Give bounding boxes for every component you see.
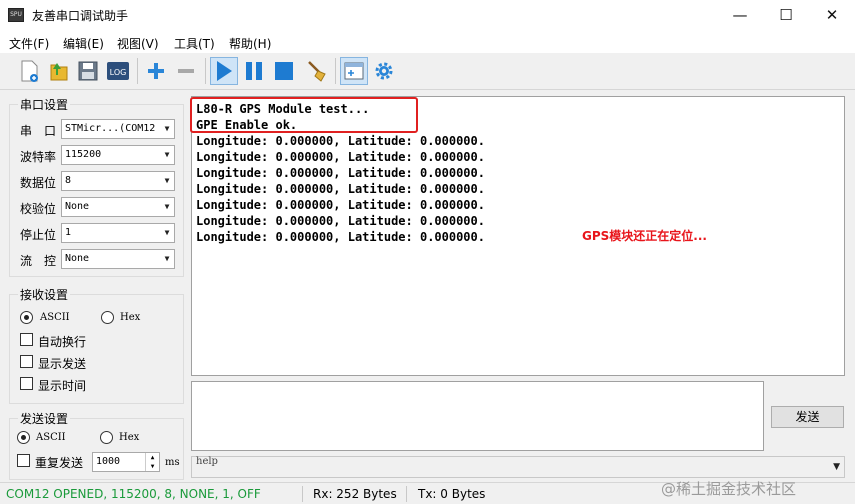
send-button[interactable]: 发送 [771, 406, 844, 428]
flow-select[interactable]: None ▼ [61, 249, 175, 269]
receive-settings-title: 接收设置 [18, 286, 71, 303]
chevron-down-icon: ▼ [160, 224, 174, 242]
stepper-down-icon[interactable]: ▼ [145, 462, 159, 471]
stopbits-label: 停止位 [20, 228, 57, 242]
maximize-button[interactable]: ☐ [763, 0, 809, 31]
receive-textarea[interactable]: L80-R GPS Module test... GPE Enable ok. … [191, 96, 845, 376]
repeat-send-label: 重复发送 [35, 456, 84, 470]
annotation-text: GPS模块还正在定位... [582, 229, 707, 243]
watermark: @稀土掘金技术社区 [661, 480, 797, 498]
receive-settings-group: 接收设置 [9, 286, 184, 404]
menu-bar: 文件(F) 编辑(E) 视图(V) 工具(T) 帮助(H) [0, 31, 855, 53]
show-time-label: 显示时间 [38, 379, 87, 393]
svg-text:LOG: LOG [110, 68, 127, 77]
send-textarea[interactable] [191, 381, 764, 451]
title-bar: SPU 友善串口调试助手 — ☐ ✕ [0, 0, 855, 31]
window-title: 友善串口调试助手 [32, 9, 129, 23]
menu-view[interactable]: 视图(V) [117, 35, 159, 52]
chevron-down-icon: ▼ [160, 120, 174, 138]
rx-ascii-radio[interactable] [20, 311, 33, 324]
log-icon[interactable]: LOG [104, 57, 132, 85]
chevron-down-icon: ▼ [833, 462, 840, 472]
rx-ascii-label: ASCII [40, 312, 70, 323]
send-settings-title: 发送设置 [18, 410, 71, 427]
chevron-down-icon: ▼ [160, 250, 174, 268]
databits-select[interactable]: 8 ▼ [61, 171, 175, 191]
baud-label: 波特率 [20, 150, 57, 164]
help-select[interactable]: help ▼ [191, 456, 845, 478]
serial-settings-title: 串口设置 [18, 96, 71, 113]
port-select[interactable]: STMicr...(COM12 ▼ [61, 119, 175, 139]
tx-ascii-label: ASCII [36, 432, 66, 443]
close-button[interactable]: ✕ [809, 0, 855, 31]
auto-newline-label: 自动换行 [38, 335, 87, 349]
chevron-down-icon: ▼ [160, 198, 174, 216]
repeat-send-checkbox[interactable] [17, 454, 30, 467]
stop-icon[interactable] [270, 57, 298, 85]
menu-help[interactable]: 帮助(H) [229, 35, 271, 52]
stopbits-select[interactable]: 1 ▼ [61, 223, 175, 243]
baud-select[interactable]: 115200 ▼ [61, 145, 175, 165]
show-time-checkbox[interactable] [20, 377, 33, 390]
minimize-button[interactable]: — [717, 0, 763, 31]
show-send-checkbox[interactable] [20, 355, 33, 368]
open-icon[interactable] [45, 57, 73, 85]
app-icon: SPU [8, 8, 24, 22]
stepper-up-icon[interactable]: ▲ [145, 453, 159, 462]
settings-icon[interactable] [370, 57, 398, 85]
tx-count: Tx: 0 Bytes [418, 487, 486, 501]
highlight-box [190, 97, 418, 133]
clear-icon[interactable] [303, 57, 331, 85]
rx-count: Rx: 252 Bytes [313, 487, 397, 501]
remove-icon[interactable] [172, 57, 200, 85]
chevron-down-icon: ▼ [160, 146, 174, 164]
tx-ascii-radio[interactable] [17, 431, 30, 444]
menu-edit[interactable]: 编辑(E) [63, 35, 104, 52]
play-icon[interactable] [210, 57, 238, 85]
tx-hex-radio[interactable] [100, 431, 113, 444]
rx-hex-radio[interactable] [101, 311, 114, 324]
parity-label: 校验位 [20, 202, 57, 216]
menu-file[interactable]: 文件(F) [9, 35, 49, 52]
save-icon[interactable] [74, 57, 102, 85]
rx-hex-label: Hex [120, 312, 141, 323]
new-icon[interactable] [16, 57, 44, 85]
interval-unit: ms [165, 457, 180, 468]
repeat-interval-stepper[interactable]: 1000 ▲ ▼ [92, 452, 160, 472]
chevron-down-icon: ▼ [160, 172, 174, 190]
tx-hex-label: Hex [119, 432, 140, 443]
port-label: 串 口 [20, 124, 57, 138]
auto-newline-checkbox[interactable] [20, 333, 33, 346]
menu-tools[interactable]: 工具(T) [174, 35, 215, 52]
flow-label: 流 控 [20, 254, 57, 268]
add-icon[interactable] [142, 57, 170, 85]
toolbar: LOG [0, 53, 855, 90]
window-icon[interactable] [340, 57, 368, 85]
port-status: COM12 OPENED, 115200, 8, NONE, 1, OFF [6, 487, 261, 501]
pause-icon[interactable] [240, 57, 268, 85]
show-send-label: 显示发送 [38, 357, 87, 371]
parity-select[interactable]: None ▼ [61, 197, 175, 217]
databits-label: 数据位 [20, 176, 57, 190]
